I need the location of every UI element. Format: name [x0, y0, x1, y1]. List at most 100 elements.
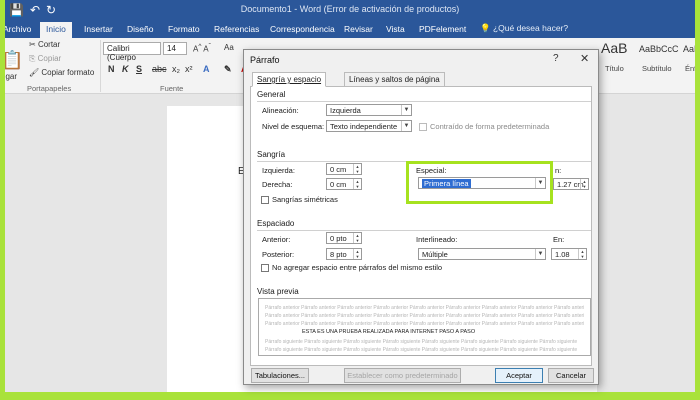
spacing-before-spinner[interactable]: 0 pto ▲ ▼	[326, 232, 362, 244]
indent-left-value: 0 cm	[330, 165, 347, 174]
font-size-select[interactable]: 14	[163, 42, 187, 55]
ok-button[interactable]: Aceptar	[495, 368, 543, 383]
style-title-label: Título	[605, 64, 624, 73]
spacing-before-label: Anterior:	[262, 235, 291, 244]
tab-pdfelement[interactable]: PDFelement	[413, 22, 472, 38]
spinner-arrows-icon[interactable]: ▲ ▼	[353, 164, 361, 174]
style-title-sample[interactable]: AaB	[601, 40, 627, 56]
clipboard-group-label: Portapapeles	[27, 84, 72, 93]
close-icon[interactable]: ✕	[580, 52, 589, 65]
preview-previous-text: Párrafo anterior Párrafo anterior Párraf…	[265, 313, 584, 319]
spacing-after-label: Posterior:	[262, 250, 295, 259]
spinner-arrows-icon[interactable]: ▲ ▼	[353, 179, 361, 189]
spacing-at-spinner[interactable]: 1.08 ▲ ▼	[551, 248, 587, 260]
paste-icon[interactable]: 📋	[5, 50, 23, 71]
italic-button[interactable]: K	[122, 64, 129, 74]
spinner-arrows-icon[interactable]: ▲ ▼	[578, 249, 586, 259]
spinner-arrows-icon[interactable]: ▲ ▼	[353, 249, 361, 259]
style-emphasis-sample[interactable]: AaBbCcC	[683, 44, 695, 54]
spacing-after-spinner[interactable]: 8 pto ▲ ▼	[326, 248, 362, 260]
bold-button[interactable]: N	[108, 64, 115, 74]
tab-referencias[interactable]: Referencias	[208, 22, 265, 38]
change-case-button[interactable]: Aa	[224, 43, 234, 52]
tab-indents-spacing-label: Sangría y espacio	[257, 75, 322, 84]
line-spacing-select[interactable]: Múltiple ▼	[418, 248, 546, 260]
preview-heading: Vista previa	[257, 287, 299, 296]
tab-line-page-breaks-label: Líneas y saltos de página	[349, 75, 440, 84]
alignment-value: Izquierda	[330, 106, 361, 115]
alignment-label: Alineación:	[262, 106, 299, 115]
tell-me-search[interactable]: 💡 ¿Qué desea hacer?	[480, 23, 568, 34]
preview-next-text: Párrafo siguiente Párrafo siguiente Párr…	[265, 347, 578, 353]
underline-button[interactable]: S	[136, 64, 142, 74]
font-name-select[interactable]: Calibri (Cuerpo	[103, 42, 161, 62]
format-painter-label: Copiar formato	[41, 68, 95, 77]
tab-insertar[interactable]: Insertar	[78, 22, 119, 38]
copy-button[interactable]: ⎘ Copiar	[29, 54, 61, 64]
line-spacing-value: Múltiple	[422, 250, 448, 259]
subscript-button[interactable]: x₂	[172, 64, 180, 74]
tab-vista[interactable]: Vista	[380, 22, 411, 38]
special-highlight-box	[406, 161, 553, 204]
spacing-before-value: 0 pto	[330, 234, 347, 243]
chevron-down-icon: ▼	[401, 121, 411, 131]
strikethrough-button[interactable]: abc	[152, 64, 167, 74]
mirror-indents-label: Sangrías simétricas	[272, 195, 338, 204]
grow-font-button[interactable]: A^ Aˇ	[193, 43, 211, 54]
set-default-button[interactable]: Establecer como predeterminado	[344, 368, 461, 383]
style-emphasis-label: Énfa	[685, 64, 695, 73]
indent-left-spinner[interactable]: 0 cm ▲ ▼	[326, 163, 362, 175]
style-subtitle-sample[interactable]: AaBbCcC	[639, 44, 679, 54]
spacing-heading: Espaciado	[257, 219, 295, 228]
tab-diseno[interactable]: Diseño	[121, 22, 159, 38]
outline-level-select[interactable]: Texto independiente ▼	[326, 120, 412, 132]
cancel-button[interactable]: Cancelar	[548, 368, 594, 383]
title-bar: 💾↶↻ Documento1 - Word (Error de activaci…	[5, 0, 695, 20]
indent-right-value: 0 cm	[330, 180, 347, 189]
collapsed-checkbox[interactable]	[419, 123, 427, 131]
cut-label: Cortar	[37, 40, 61, 49]
preview-main-text: ESTA ES UNA PRUEBA REALIZADA PARA INTERN…	[302, 329, 476, 335]
chevron-down-icon: ▼	[535, 249, 545, 259]
cut-button[interactable]: ✂ Cortar	[29, 40, 60, 49]
dialog-title: Párrafo	[250, 55, 280, 65]
spinner-arrows-icon[interactable]: ▲ ▼	[353, 233, 361, 243]
spacing-divider	[257, 230, 591, 231]
tab-indents-spacing[interactable]: Sangría y espacio	[252, 72, 327, 87]
help-button[interactable]: ?	[553, 53, 559, 64]
spinner-arrows-icon[interactable]: ▲ ▼	[580, 179, 588, 189]
tab-revisar[interactable]: Revisar	[338, 22, 379, 38]
font-group-label: Fuente	[160, 84, 184, 93]
indent-by-spinner[interactable]: 1.27 cm ▲ ▼	[553, 178, 589, 190]
highlight-icon[interactable]: ✎	[224, 64, 232, 75]
spacing-at-label: En:	[553, 235, 565, 244]
indent-by-label: n:	[555, 166, 562, 175]
tabs-button[interactable]: Tabulaciones...	[251, 368, 309, 383]
tab-line-page-breaks[interactable]: Líneas y saltos de página	[344, 72, 445, 87]
tab-formato[interactable]: Formato	[162, 22, 206, 38]
indent-right-label: Derecha:	[262, 180, 293, 189]
indent-right-spinner[interactable]: 0 cm ▲ ▼	[326, 178, 362, 190]
copy-icon: ⎘	[29, 54, 36, 63]
outline-level-label: Nivel de esquema:	[262, 122, 325, 131]
no-space-checkbox[interactable]	[261, 264, 269, 272]
brush-icon: 🖌	[29, 68, 40, 77]
general-heading: General	[257, 90, 286, 99]
alignment-select[interactable]: Izquierda ▼	[326, 104, 412, 116]
ribbon-tabs: Archivo Inicio Insertar Diseño Formato R…	[5, 20, 695, 38]
mirror-indents-checkbox[interactable]	[261, 196, 269, 204]
text-effects-icon[interactable]: A	[203, 64, 210, 74]
indent-left-label: Izquierda:	[262, 166, 295, 175]
superscript-button[interactable]: x²	[185, 64, 193, 74]
format-painter-button[interactable]: 🖌 Copiar formato	[29, 68, 94, 77]
tab-archivo[interactable]: Archivo	[5, 22, 37, 38]
outline-level-value: Texto independiente	[330, 122, 398, 131]
tab-correspondencia[interactable]: Correspondencia	[264, 22, 341, 38]
preview-previous-text: Párrafo anterior Párrafo anterior Párraf…	[265, 305, 584, 311]
line-spacing-label: Interlineado:	[416, 235, 458, 244]
paste-button[interactable]: egar	[5, 72, 17, 81]
tab-inicio[interactable]: Inicio	[40, 22, 72, 38]
collapsed-label: Contraído de forma predeterminada	[430, 122, 550, 131]
window-title: Documento1 - Word (Error de activación d…	[240, 4, 460, 14]
spacing-after-value: 8 pto	[330, 250, 347, 259]
